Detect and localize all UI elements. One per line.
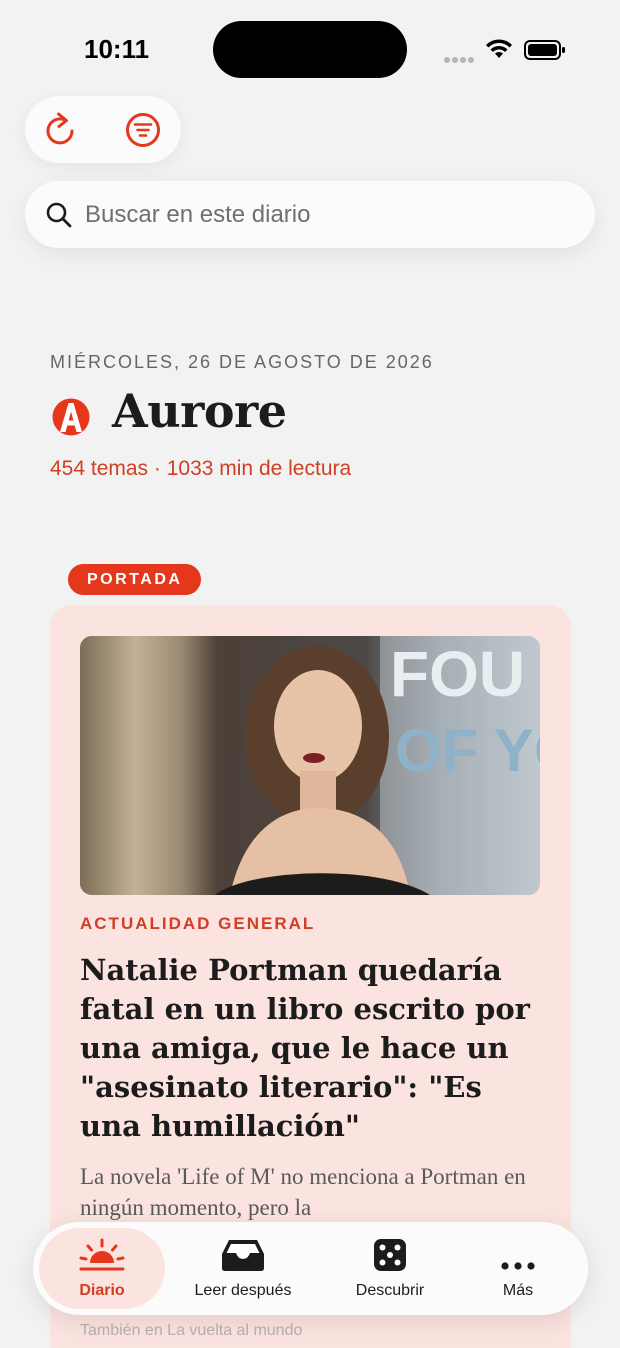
dice-icon [374, 1239, 406, 1271]
aurore-logo-icon [52, 398, 90, 436]
battery-icon [524, 40, 565, 60]
paper-title: Aurore [112, 384, 287, 438]
tab-label: Más [502, 1282, 534, 1299]
filter-button[interactable] [123, 110, 163, 150]
top-toolbar [25, 96, 181, 163]
bottom-tab-bar: Diario Leer después Descubrir Más [33, 1222, 588, 1315]
article-photo: FOU OF YO [80, 636, 540, 895]
status-time: 10:11 [84, 34, 150, 64]
search-bar[interactable] [25, 181, 595, 248]
tab-label: Leer después [194, 1282, 292, 1299]
reload-icon [46, 112, 74, 145]
section-badge: PORTADA [68, 564, 202, 595]
article-image: FOU OF YO [80, 636, 540, 895]
svg-text:FOU: FOU [390, 638, 525, 710]
wifi-icon [486, 39, 512, 58]
more-dots-icon [501, 1262, 535, 1270]
tab-leer-despues[interactable]: Leer después [178, 1228, 308, 1309]
status-bar: 10:11 [0, 0, 620, 100]
tab-descubrir[interactable]: Descubrir [333, 1228, 447, 1309]
svg-text:OF YO: OF YO [395, 717, 540, 784]
reload-button[interactable] [40, 110, 80, 150]
dynamic-island [213, 21, 407, 78]
search-icon [46, 202, 72, 228]
sunrise-icon [79, 1238, 125, 1271]
filter-icon [126, 113, 160, 147]
edition-date: MIÉRCOLES, 26 DE AGOSTO DE 2026 [50, 352, 434, 372]
article-headline[interactable]: Natalie Portman quedaría fatal en un lib… [80, 951, 550, 1146]
tab-label: Descubrir [355, 1282, 425, 1299]
cellular-signal-icon [444, 50, 476, 63]
inbox-tray-icon [222, 1240, 264, 1271]
search-input[interactable] [85, 195, 575, 235]
tab-diario[interactable]: Diario [39, 1228, 165, 1309]
tab-label: Diario [79, 1282, 125, 1299]
related-caption: También en La vuelta al mundo [80, 1322, 303, 1339]
tab-mas[interactable]: Más [478, 1228, 558, 1309]
article-summary: La novela 'Life of M' no menciona a Port… [80, 1164, 526, 1220]
article-category: ACTUALIDAD GENERAL [80, 914, 316, 933]
paper-meta: 454 temas · 1033 min de lectura [50, 457, 352, 480]
